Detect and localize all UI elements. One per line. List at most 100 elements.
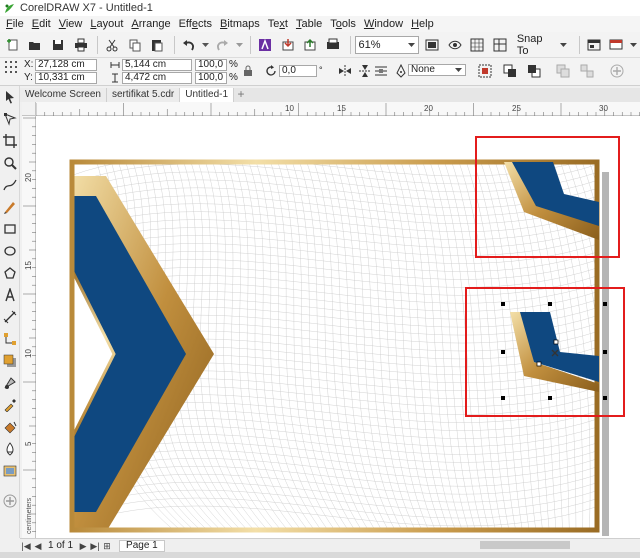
quick-customize-icon[interactable] [478,64,492,78]
import-button[interactable] [278,35,298,55]
chevron-down-icon [408,42,416,47]
application-launcher-button[interactable] [607,35,627,55]
first-page-button[interactable]: |◀ [20,540,32,552]
redo-icon [217,39,229,50]
break-apart-icon[interactable] [580,64,594,78]
zoom-level-select[interactable]: 61% [354,35,420,54]
search-content-button[interactable] [255,35,275,55]
shape-tool-icon[interactable] [3,112,17,126]
scale-width-field[interactable]: 100,0 [195,59,227,71]
pick-tool-icon[interactable] [3,90,17,104]
ruler-origin[interactable] [22,102,36,116]
menu-file[interactable]: File [4,18,30,30]
color-eyedropper-tool-icon[interactable] [3,398,17,412]
combine-icon[interactable] [556,64,570,78]
menu-table[interactable]: Table [294,18,328,30]
toolbox [0,86,20,538]
text-wrap-icon[interactable] [374,64,388,78]
menu-effects[interactable]: Effects [177,18,218,30]
ellipse-tool-icon[interactable] [3,244,17,258]
percent-label: % [229,72,238,83]
mirror-vertical-icon[interactable] [358,64,372,78]
scale-height-field[interactable]: 100,0 [195,72,227,84]
launcher-dropdown-button[interactable] [629,35,637,55]
print-button[interactable] [71,35,91,55]
show-grid-button[interactable] [468,35,488,55]
text-tool-icon[interactable] [3,288,17,302]
to-back-icon[interactable] [527,64,541,78]
new-tab-button[interactable]: + [234,88,248,102]
paste-icon [152,39,163,51]
x-position-field[interactable]: 27,128 cm [35,59,97,71]
next-page-button[interactable]: ▶ [77,540,89,552]
outline-width-select[interactable]: None [408,64,466,76]
snap-to-dropdown[interactable]: Snap To [513,33,571,57]
smart-fill-tool-icon[interactable] [3,442,17,456]
freehand-tool-icon[interactable] [3,178,17,192]
horizontal-scrollbar-thumb[interactable] [480,541,570,549]
tab-sertifikat-5[interactable]: sertifikat 5.cdr [106,88,181,102]
tab-welcome-screen[interactable]: Welcome Screen [20,88,107,102]
save-button[interactable] [48,35,68,55]
width-field[interactable]: 5,144 cm [122,59,192,71]
parallel-dimension-tool-icon[interactable] [3,310,17,324]
outline-tool-icon[interactable] [3,464,17,478]
undo-button[interactable] [179,35,199,55]
node-handle[interactable] [553,339,559,345]
document-tabs: Welcome Screen sertifikat 5.cdr Untitled… [20,88,640,102]
redo-dropdown-button[interactable] [235,35,243,55]
menu-text[interactable]: Text [266,18,294,30]
full-screen-preview-button[interactable] [422,35,442,55]
options-button[interactable] [584,35,604,55]
drop-shadow-tool-icon[interactable] [3,354,17,368]
open-button[interactable] [26,35,46,55]
menu-arrange[interactable]: Arrange [129,18,176,30]
menu-help[interactable]: Help [409,18,440,30]
height-field[interactable]: 4,472 cm [122,72,192,84]
chevron-down-icon [455,68,462,72]
zoom-tool-icon[interactable] [3,156,17,170]
copy-button[interactable] [125,35,145,55]
cut-button[interactable] [102,35,122,55]
show-guidelines-button[interactable] [490,35,510,55]
add-icon[interactable] [610,64,624,78]
node-handle[interactable] [536,361,542,367]
transparency-tool-icon[interactable] [3,376,17,390]
horizontal-ruler[interactable]: 10 15 20 25 30 [35,102,640,116]
mirror-horizontal-icon[interactable] [338,64,352,78]
add-page-button[interactable]: ⊞ [101,540,113,552]
menu-bitmaps[interactable]: Bitmaps [218,18,266,30]
lock-ratio-icon[interactable] [243,65,253,77]
publish-pdf-button[interactable] [323,35,343,55]
previous-page-button[interactable]: ◀ [32,540,44,552]
last-page-button[interactable]: ▶| [89,540,101,552]
interactive-fill-tool-icon[interactable] [3,420,17,434]
outline-width-value: None [411,64,435,75]
menu-window[interactable]: Window [362,18,409,30]
drawing-canvas[interactable] [36,116,640,538]
page-tab[interactable]: Page 1 [119,539,165,552]
artistic-media-tool-icon[interactable] [3,200,17,214]
crop-tool-icon[interactable] [3,134,17,148]
new-document-button[interactable] [3,35,23,55]
show-rulers-button[interactable] [445,35,465,55]
y-position-field[interactable]: 10,331 cm [35,72,97,84]
to-front-icon[interactable] [503,64,517,78]
vertical-ruler[interactable]: 20 15 10 5 centimeters [22,116,36,538]
certificate-artwork [69,136,625,536]
menu-tools[interactable]: Tools [328,18,362,30]
connector-tool-icon[interactable] [3,332,17,346]
export-button[interactable] [300,35,320,55]
redo-button[interactable] [213,35,233,55]
polygon-tool-icon[interactable] [3,266,17,280]
menu-view[interactable]: View [57,18,89,30]
add-tool-icon[interactable] [3,494,17,508]
rotation-angle-field[interactable]: 0,0 [279,65,317,77]
paste-button[interactable] [148,35,168,55]
y-label: Y: [24,72,33,83]
rectangle-tool-icon[interactable] [3,222,17,236]
menu-layout[interactable]: Layout [88,18,129,30]
undo-dropdown-button[interactable] [202,35,210,55]
menu-edit[interactable]: Edit [30,18,57,30]
tab-untitled-1[interactable]: Untitled-1 [180,88,235,102]
